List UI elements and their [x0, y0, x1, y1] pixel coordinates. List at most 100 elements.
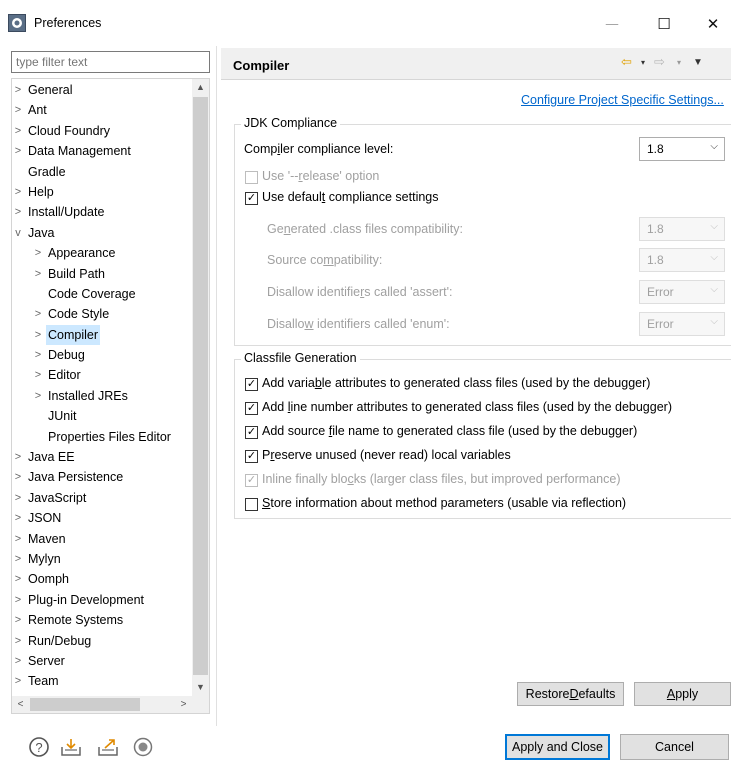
tree-item[interactable]: JUnit: [12, 406, 192, 426]
classfile-option-checkbox[interactable]: ✓: [245, 402, 258, 415]
classfile-option-checkbox[interactable]: ✓: [245, 474, 258, 487]
scroll-down-icon[interactable]: ▼: [192, 679, 209, 696]
back-arrow-icon[interactable]: ⇦: [621, 54, 632, 70]
tree-item[interactable]: > Java EE: [12, 447, 192, 467]
tree-item[interactable]: > Debug: [12, 345, 192, 365]
apply-and-close-button[interactable]: Apply and Close: [505, 734, 610, 760]
assert-identifier-select[interactable]: Error ⌵: [639, 280, 725, 304]
chevron-right-icon[interactable]: >: [12, 610, 24, 630]
tree-item[interactable]: > Compiler: [12, 324, 192, 345]
chevron-right-icon[interactable]: >: [12, 529, 24, 549]
tree-item[interactable]: > Java Persistence: [12, 467, 192, 487]
chevron-right-icon[interactable]: >: [12, 202, 24, 222]
chevron-right-icon[interactable]: >: [12, 447, 24, 467]
compliance-level-select[interactable]: 1.8 ⌵: [639, 137, 725, 161]
chevron-right-icon[interactable]: >: [32, 264, 44, 284]
tree-item[interactable]: > Code Style: [12, 304, 192, 324]
tree-item[interactable]: > Maven: [12, 529, 192, 549]
tree-item[interactable]: > Appearance: [12, 243, 192, 263]
scroll-up-icon[interactable]: ▲: [192, 79, 209, 96]
chevron-right-icon[interactable]: >: [32, 386, 44, 406]
tree-item[interactable]: > Oomph: [12, 569, 192, 589]
tree-horizontal-scrollbar[interactable]: < >: [12, 696, 192, 713]
minimize-button[interactable]: —: [589, 9, 635, 39]
generated-compat-select[interactable]: 1.8 ⌵: [639, 217, 725, 241]
chevron-right-icon[interactable]: >: [32, 304, 44, 324]
chevron-right-icon[interactable]: >: [12, 651, 24, 671]
tree-item[interactable]: Code Coverage: [12, 284, 192, 304]
label-part: ile name to generated class file (used b…: [332, 424, 638, 438]
preferences-app-icon: [8, 14, 26, 32]
chevron-right-icon[interactable]: >: [32, 243, 44, 263]
tree-item[interactable]: > Cloud Foundry: [12, 121, 192, 141]
tree-item[interactable]: > Ant: [12, 100, 192, 120]
classfile-option-checkbox[interactable]: ✓: [245, 378, 258, 391]
apply-button[interactable]: Apply: [634, 682, 731, 706]
tree-item[interactable]: > JSON: [12, 508, 192, 528]
tree-item[interactable]: > Server: [12, 651, 192, 671]
tree-item[interactable]: > Remote Systems: [12, 610, 192, 630]
default-compliance-checkbox[interactable]: ✓: [245, 192, 258, 205]
chevron-right-icon[interactable]: >: [12, 182, 24, 202]
import-icon[interactable]: [60, 736, 82, 758]
tree-item[interactable]: Gradle: [12, 162, 192, 182]
tree-item[interactable]: > Build Path: [12, 264, 192, 284]
chevron-right-icon[interactable]: >: [12, 100, 24, 120]
chevron-right-icon[interactable]: >: [12, 467, 24, 487]
record-icon[interactable]: [132, 736, 154, 758]
forward-arrow-icon[interactable]: ⇨: [654, 54, 665, 70]
chevron-right-icon[interactable]: >: [12, 590, 24, 610]
maximize-button[interactable]: ☐: [641, 9, 687, 39]
source-compat-select[interactable]: 1.8 ⌵: [639, 248, 725, 272]
view-menu-icon[interactable]: ▼: [693, 57, 703, 68]
back-dropdown-icon[interactable]: ▾: [641, 58, 645, 67]
tree-item-label: Properties Files Editor: [48, 429, 171, 444]
chevron-right-icon[interactable]: >: [12, 508, 24, 528]
export-icon[interactable]: [97, 736, 119, 758]
help-icon[interactable]: ?: [28, 736, 50, 758]
tree-item[interactable]: > Install/Update: [12, 202, 192, 222]
classfile-option-checkbox[interactable]: [245, 498, 258, 511]
preference-tree: > General > Ant > Cloud Foundry > Data Manageme…: [11, 78, 210, 714]
chevron-right-icon[interactable]: >: [12, 121, 24, 141]
filter-input[interactable]: [11, 51, 210, 73]
close-button[interactable]: ✕: [690, 9, 731, 39]
scroll-right-icon[interactable]: >: [175, 696, 192, 713]
tree-item[interactable]: > Mylyn: [12, 549, 192, 569]
scroll-left-icon[interactable]: <: [12, 696, 29, 713]
tree-item[interactable]: v Java: [12, 223, 192, 243]
chevron-right-icon[interactable]: >: [12, 488, 24, 508]
hscroll-thumb[interactable]: [30, 698, 140, 711]
configure-project-specific-link[interactable]: Configure Project Specific Settings...: [521, 93, 724, 107]
enum-identifier-select[interactable]: Error ⌵: [639, 312, 725, 336]
chevron-right-icon[interactable]: >: [32, 325, 44, 345]
tree-item[interactable]: > Plug-in Development: [12, 590, 192, 610]
classfile-option-checkbox[interactable]: ✓: [245, 450, 258, 463]
chevron-right-icon[interactable]: >: [12, 80, 24, 100]
tree-item[interactable]: > Installed JREs: [12, 386, 192, 406]
chevron-right-icon[interactable]: >: [12, 141, 24, 161]
tree-item[interactable]: > General: [12, 80, 192, 100]
tree-item[interactable]: > Help: [12, 182, 192, 202]
chevron-right-icon[interactable]: >: [12, 631, 24, 651]
tree-item[interactable]: > Editor: [12, 365, 192, 385]
cancel-button[interactable]: Cancel: [620, 734, 729, 760]
chevron-down-icon[interactable]: v: [12, 223, 24, 243]
classfile-option-checkbox[interactable]: ✓: [245, 426, 258, 439]
chevron-right-icon[interactable]: >: [32, 365, 44, 385]
tree-item[interactable]: > Data Management: [12, 141, 192, 161]
tree-item[interactable]: > JavaScript: [12, 488, 192, 508]
scroll-thumb[interactable]: [193, 97, 208, 675]
chevron-right-icon[interactable]: >: [12, 549, 24, 569]
tree-item[interactable]: > Team: [12, 671, 192, 691]
tree-vertical-scrollbar[interactable]: ▲ ▼: [192, 79, 209, 696]
forward-dropdown-icon[interactable]: ▾: [677, 58, 681, 67]
tree-item[interactable]: Properties Files Editor: [12, 427, 192, 447]
release-option-checkbox[interactable]: [245, 171, 258, 184]
chevron-right-icon[interactable]: >: [12, 569, 24, 589]
chevron-right-icon[interactable]: >: [32, 345, 44, 365]
panel-divider[interactable]: [216, 46, 217, 726]
restore-defaults-button[interactable]: Restore Defaults: [517, 682, 624, 706]
chevron-right-icon[interactable]: >: [12, 671, 24, 691]
tree-item[interactable]: > Run/Debug: [12, 631, 192, 651]
